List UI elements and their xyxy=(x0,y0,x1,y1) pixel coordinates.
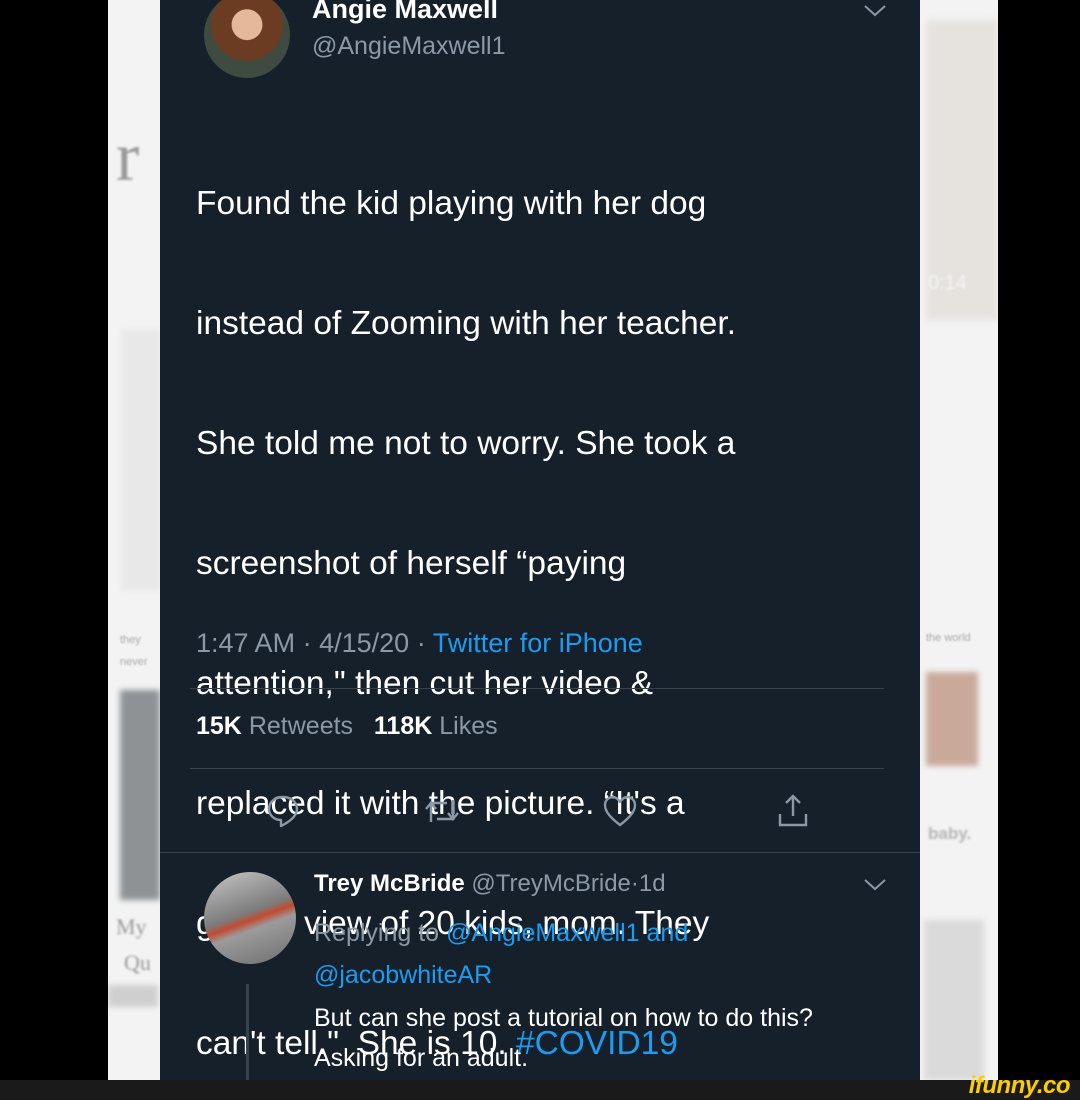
replying-prefix: Replying to xyxy=(314,919,447,947)
reply-author-handle[interactable]: @TreyMcBride xyxy=(471,870,631,897)
tweet-text-line: screenshot of herself “paying xyxy=(196,545,627,582)
background-image-left xyxy=(122,330,162,590)
tweet-text-line: instead of Zooming with her teacher. xyxy=(196,305,737,342)
tweet-text-line: attention," then cut her video & xyxy=(196,665,653,702)
retweets-count: 15K xyxy=(196,712,242,740)
chevron-down-icon[interactable] xyxy=(862,2,888,20)
background-text-world: the world xyxy=(926,632,971,644)
tweet-card: Angie Maxwell @AngieMaxwell1 Found the k… xyxy=(160,0,920,1080)
background-photo-right xyxy=(926,672,978,766)
tweet-meta: 1:47 AM · 4/15/20 · Twitter for iPhone xyxy=(196,628,643,659)
reply-header: Trey McBride @TreyMcBride·1d xyxy=(314,870,666,898)
background-video-timer: 0:14 xyxy=(928,272,967,294)
mention-link[interactable]: @jacobwhiteAR xyxy=(314,961,492,989)
meta-separator: · xyxy=(416,628,426,658)
background-word-qu: Qu xyxy=(124,950,151,975)
tweet-source-link[interactable]: Twitter for iPhone xyxy=(433,628,643,658)
ifunny-watermark: ifunny.co xyxy=(968,1072,1071,1099)
mention-link[interactable]: @AngieMaxwell1 xyxy=(446,919,640,947)
replying-and: and xyxy=(639,919,689,947)
likes-label: Likes xyxy=(439,712,498,740)
background-photo-bottom-right xyxy=(924,920,984,1080)
author-handle[interactable]: @AngieMaxwell1 xyxy=(312,32,506,61)
background-word-baby: baby. xyxy=(928,824,972,843)
retweets-label: Retweets xyxy=(248,712,354,740)
retweet-icon[interactable] xyxy=(423,792,461,830)
reply-age: 1d xyxy=(638,870,666,897)
share-icon[interactable] xyxy=(774,792,812,830)
tweet-text-line: She told me not to worry. She took a xyxy=(196,425,736,462)
background-photo-bottom-left xyxy=(108,985,158,1007)
background-letter: r xyxy=(116,119,140,196)
meta-separator: · xyxy=(302,628,312,658)
meta-separator: · xyxy=(630,870,639,897)
background-photo-left xyxy=(120,690,160,900)
background-text-they: they xyxy=(120,634,141,646)
background-text-never: never xyxy=(120,656,148,668)
chevron-down-icon[interactable] xyxy=(862,876,888,894)
bottom-bar xyxy=(0,1080,1080,1100)
author-name[interactable]: Angie Maxwell xyxy=(312,0,498,25)
likes-count: 118K xyxy=(373,712,433,740)
heart-icon[interactable] xyxy=(601,792,639,830)
reply-avatar[interactable] xyxy=(204,872,296,964)
divider xyxy=(190,768,884,769)
tweet-date[interactable]: 4/15/20 xyxy=(319,628,409,658)
reply-icon[interactable] xyxy=(264,792,302,830)
retweets-stat[interactable]: 15K Retweets xyxy=(196,712,353,740)
tweet-time: 1:47 AM xyxy=(196,628,296,658)
background-word-my: My xyxy=(116,914,147,939)
tweet-stats: 15K Retweets 118K Likes xyxy=(196,712,498,741)
tweet-text-line: Found the kid playing with her dog xyxy=(196,185,707,222)
divider xyxy=(160,852,920,853)
reply-author-name[interactable]: Trey McBride xyxy=(314,870,465,897)
reply-text: But can she post a tutorial on how to do… xyxy=(314,1004,813,1072)
divider xyxy=(190,688,884,689)
likes-stat[interactable]: 118K Likes xyxy=(374,712,498,740)
thread-line xyxy=(246,984,249,1080)
replying-to: Replying to @AngieMaxwell1 and @jacobwhi… xyxy=(314,912,834,996)
author-avatar[interactable] xyxy=(204,0,290,78)
